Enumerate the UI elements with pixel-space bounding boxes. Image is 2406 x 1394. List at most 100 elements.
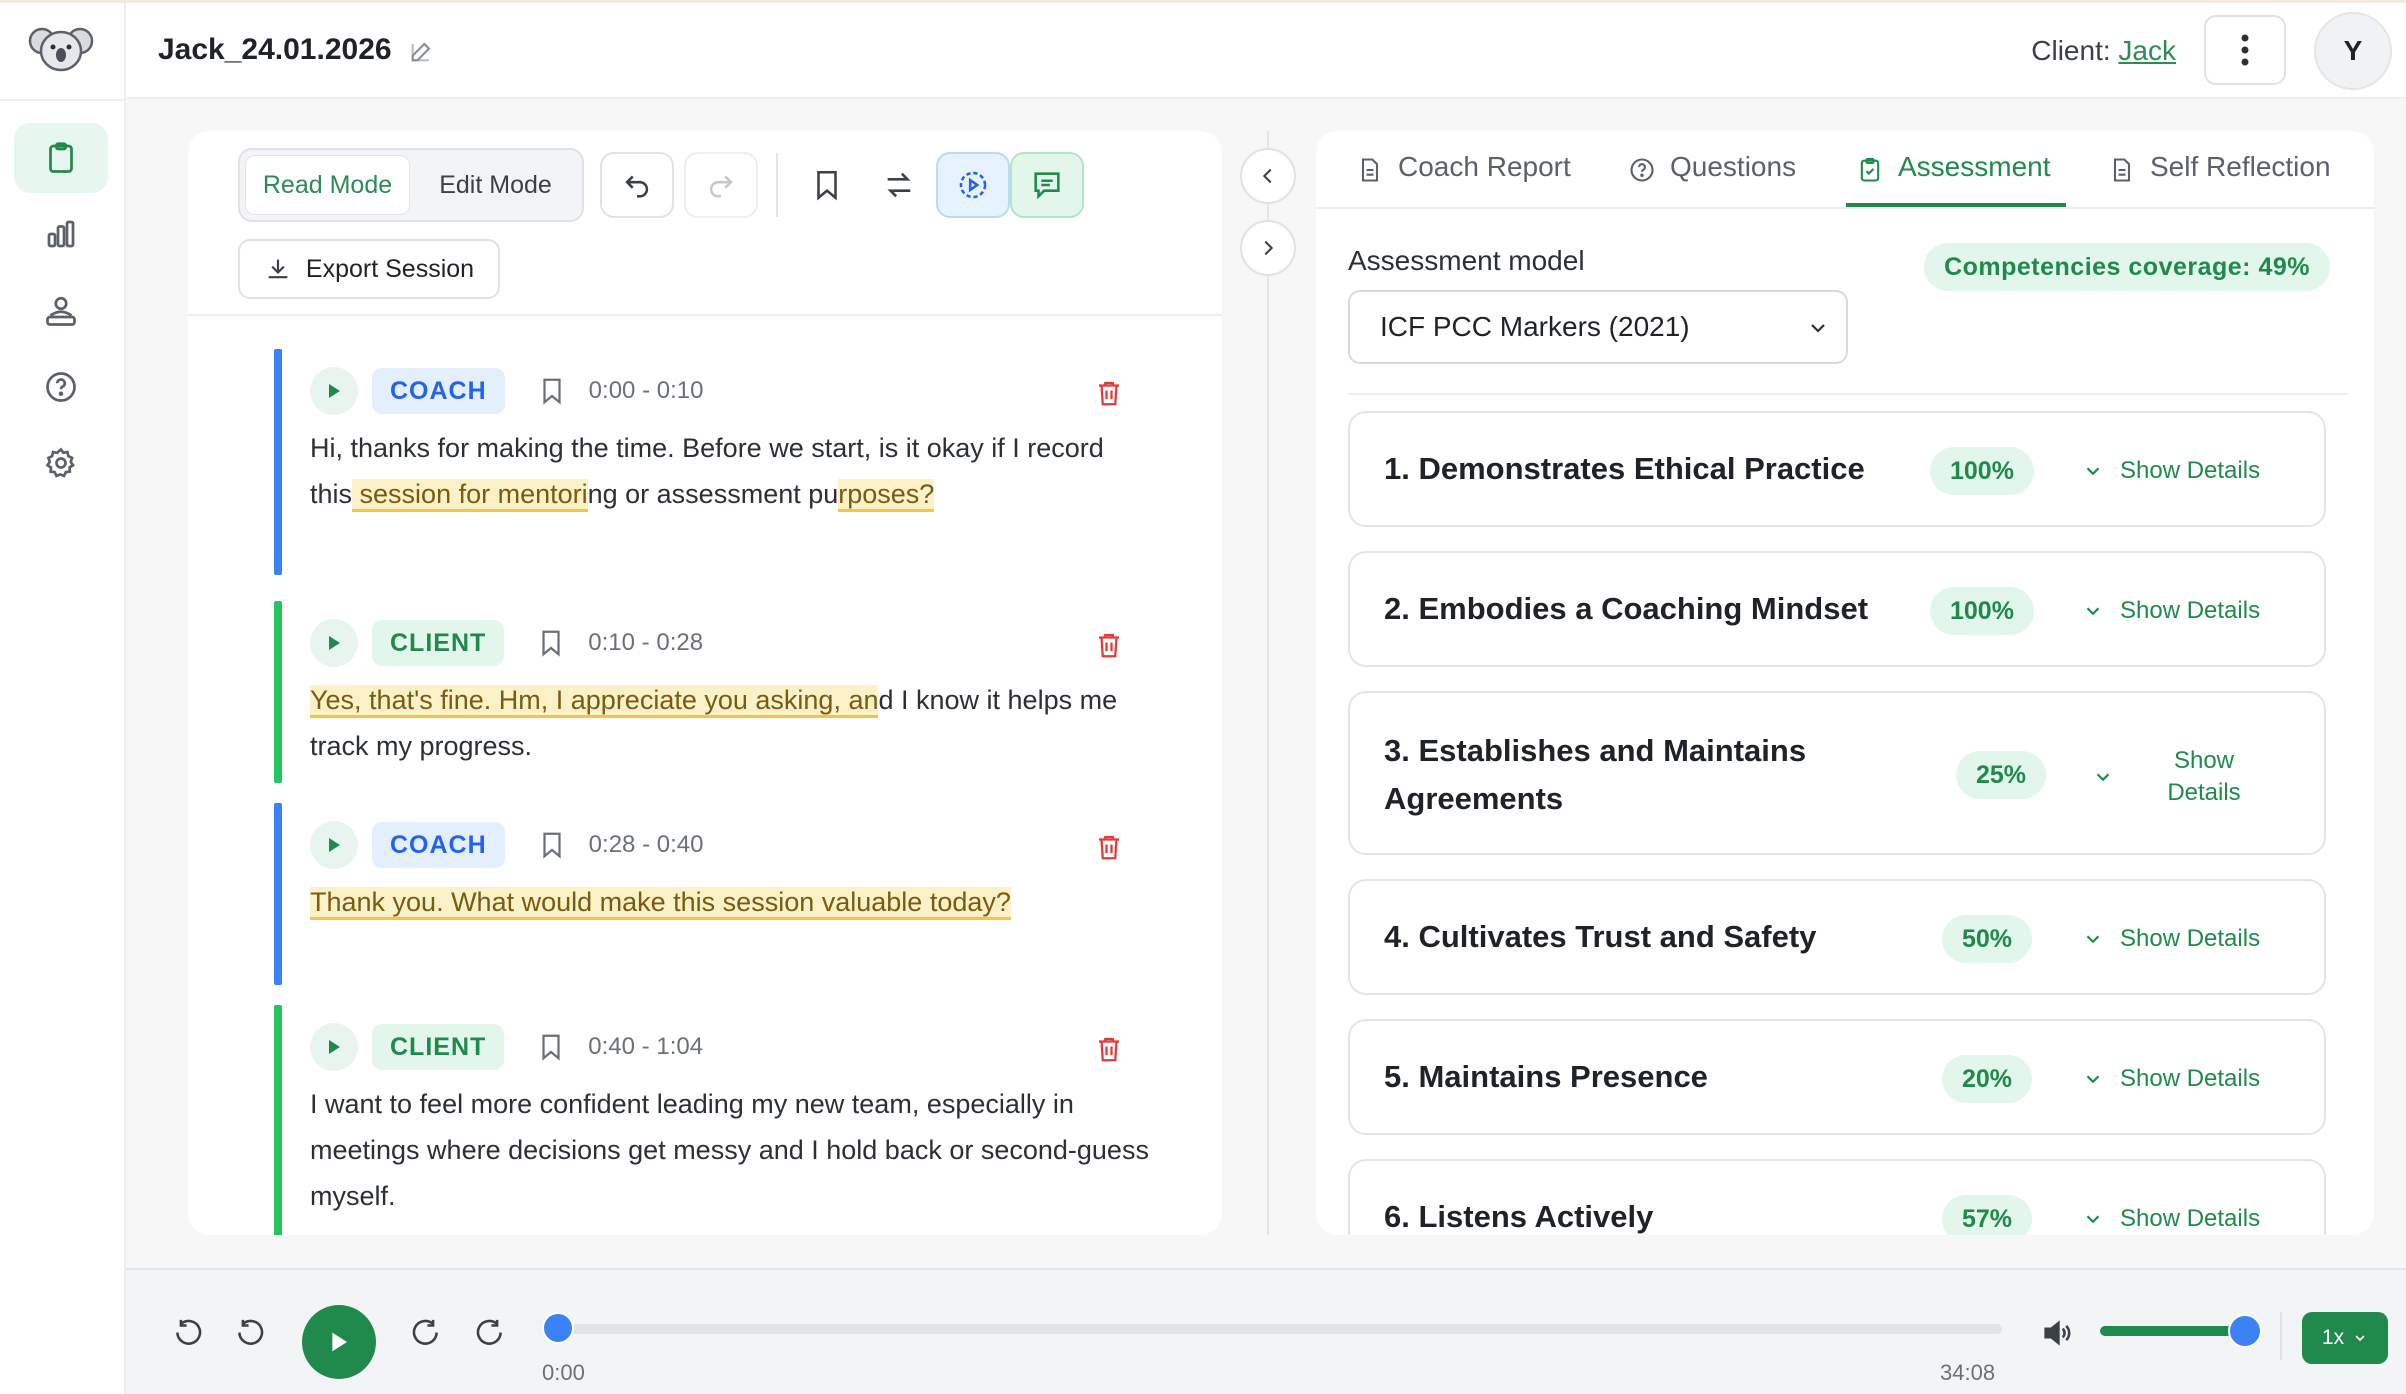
segment-bookmark-icon[interactable] xyxy=(537,375,567,407)
tab-coach-report[interactable]: Coach Report xyxy=(1356,151,1571,207)
kebab-icon xyxy=(2241,34,2249,66)
tab-assessment[interactable]: Assessment xyxy=(1856,151,2051,207)
highlight-fragment[interactable]: rposes? xyxy=(838,479,935,512)
skip-forward-button[interactable] xyxy=(406,1314,446,1354)
client-label: Client: xyxy=(2031,35,2111,66)
chevron-down-icon xyxy=(2096,773,2110,782)
sidebar-item-clients[interactable] xyxy=(14,276,108,346)
comments-button[interactable] xyxy=(1010,152,1084,218)
seek-handle[interactable] xyxy=(542,1312,574,1344)
speaker-badge[interactable]: CLIENT xyxy=(372,1024,505,1070)
volume-handle[interactable] xyxy=(2228,1314,2262,1348)
undo-icon xyxy=(625,175,649,198)
competency-card[interactable]: 2. Embodies a Coaching Mindset 100% Show… xyxy=(1348,551,2326,667)
chevron-down-icon xyxy=(2086,1075,2100,1084)
play-button[interactable] xyxy=(302,1305,376,1379)
transcript-toolbar: Read Mode Edit Mode Export Session xyxy=(188,131,1222,316)
undo-button[interactable] xyxy=(600,152,674,218)
show-details-label: Show Details xyxy=(2120,1205,2261,1232)
client-segment-bar xyxy=(274,601,282,783)
current-time: 0:00 xyxy=(542,1360,585,1385)
edit-title-icon[interactable] xyxy=(408,37,436,65)
more-options-button[interactable] xyxy=(2204,15,2286,85)
segment-play-button[interactable] xyxy=(310,821,358,869)
panel-divider[interactable] xyxy=(1267,131,1269,1235)
segment-text[interactable]: Hi, thanks for making the time. Before w… xyxy=(310,425,1150,517)
playback-speed-button[interactable]: 1x xyxy=(2302,1312,2388,1364)
redo-button[interactable] xyxy=(684,152,758,218)
segment-play-button[interactable] xyxy=(310,619,358,667)
competency-card[interactable]: 5. Maintains Presence 20% Show Details xyxy=(1348,1019,2326,1135)
show-details-button[interactable]: Show Details xyxy=(2082,1205,2260,1233)
play-icon xyxy=(329,384,340,398)
export-session-button[interactable]: Export Session xyxy=(238,239,500,299)
client-segment-bar xyxy=(274,1005,282,1235)
delete-segment-icon[interactable] xyxy=(1094,377,1124,409)
user-avatar[interactable]: Y xyxy=(2314,12,2392,90)
segment-play-button[interactable] xyxy=(310,367,358,415)
segment-text[interactable]: I want to feel more confident leading my… xyxy=(310,1081,1150,1219)
time-separator: - xyxy=(642,377,651,404)
segment-header: COACH 0:00 - 0:10 xyxy=(310,367,703,415)
delete-segment-icon[interactable] xyxy=(1094,629,1124,661)
competency-card[interactable]: 3. Establishes and Maintains Agreements … xyxy=(1348,691,2326,855)
segment-bookmark-icon[interactable] xyxy=(536,627,566,659)
client-name-link[interactable]: Jack xyxy=(2118,35,2176,66)
collapse-left-button[interactable] xyxy=(1240,148,1296,204)
highlight-fragment[interactable]: Yes, that's fine. Hm, I appreciate you a… xyxy=(310,685,879,718)
delete-segment-icon[interactable] xyxy=(1094,1033,1124,1065)
transcript-segment: CLIENT 0:40 - 1:04 I want to feel more c… xyxy=(274,1005,1166,1235)
left-sidebar xyxy=(0,3,126,1394)
tab-questions[interactable]: Questions xyxy=(1628,151,1796,207)
tab-self-reflection[interactable]: Self Reflection xyxy=(2108,151,2331,207)
sidebar-divider xyxy=(0,99,124,101)
sidebar-item-help[interactable] xyxy=(14,352,108,422)
show-details-button[interactable]: Show Details xyxy=(2092,745,2264,809)
competency-card[interactable]: 4. Cultivates Trust and Safety 50% Show … xyxy=(1348,879,2326,995)
skip-forward-long-button[interactable] xyxy=(470,1314,510,1354)
show-details-button[interactable]: Show Details xyxy=(2082,597,2260,625)
bookmark-button[interactable] xyxy=(790,152,864,218)
assessment-model-select[interactable]: ICF PCC Markers (2021) xyxy=(1348,290,1848,364)
show-details-label: Show Details xyxy=(2120,457,2261,484)
collapse-right-button[interactable] xyxy=(1240,220,1296,276)
speaker-badge[interactable]: COACH xyxy=(372,368,505,414)
seek-bar[interactable] xyxy=(558,1324,2002,1334)
swap-speakers-button[interactable] xyxy=(862,152,936,218)
sidebar-item-settings[interactable] xyxy=(14,428,108,498)
edit-mode-button[interactable]: Edit Mode xyxy=(414,155,577,215)
segment-text[interactable]: Yes, that's fine. Hm, I appreciate you a… xyxy=(310,677,1150,769)
mode-toggle: Read Mode Edit Mode xyxy=(238,148,584,222)
speaker-badge[interactable]: COACH xyxy=(372,822,505,868)
show-details-button[interactable]: Show Details xyxy=(2082,457,2260,485)
show-details-button[interactable]: Show Details xyxy=(2082,1065,2260,1093)
volume-icon[interactable] xyxy=(2040,1316,2074,1350)
show-details-label: Show Details xyxy=(2120,597,2261,624)
show-details-button[interactable]: Show Details xyxy=(2082,925,2260,953)
speaker-badge[interactable]: CLIENT xyxy=(372,620,505,666)
segment-text[interactable]: Thank you. What would make this session … xyxy=(310,879,1150,925)
show-details-label: Show Details xyxy=(2120,1065,2261,1092)
sidebar-item-analytics[interactable] xyxy=(14,199,108,269)
competency-card[interactable]: 1. Demonstrates Ethical Practice 100% Sh… xyxy=(1348,411,2326,527)
show-details-label: Show Details xyxy=(2120,925,2261,952)
transcript-panel: Read Mode Edit Mode Export Session COACH… xyxy=(188,131,1222,1235)
app-root: Jack_24.01.2026 Client: Jack Y Read Mode… xyxy=(0,0,2406,1394)
clipboard-check-icon xyxy=(1860,157,1880,182)
highlight-fragment[interactable]: Thank you. What would make this session … xyxy=(310,887,1011,920)
segment-bookmark-icon[interactable] xyxy=(537,829,567,861)
read-mode-button[interactable]: Read Mode xyxy=(245,155,410,215)
tab-label: Assessment xyxy=(1898,151,2051,182)
sidebar-item-transcript[interactable] xyxy=(14,123,108,193)
competency-card[interactable]: 6. Listens Actively 57% Show Details xyxy=(1348,1159,2326,1235)
play-icon xyxy=(329,1040,340,1054)
skip-back-button[interactable] xyxy=(230,1314,270,1354)
skip-back-long-button[interactable] xyxy=(168,1314,208,1354)
delete-segment-icon[interactable] xyxy=(1094,831,1124,863)
koala-logo-icon[interactable] xyxy=(28,23,94,77)
highlight-fragment[interactable]: session for mentori xyxy=(352,479,588,512)
forward-icon xyxy=(476,1319,502,1345)
segment-bookmark-icon[interactable] xyxy=(536,1031,566,1063)
segment-play-button[interactable] xyxy=(310,1023,358,1071)
follow-playback-button[interactable] xyxy=(936,152,1010,218)
